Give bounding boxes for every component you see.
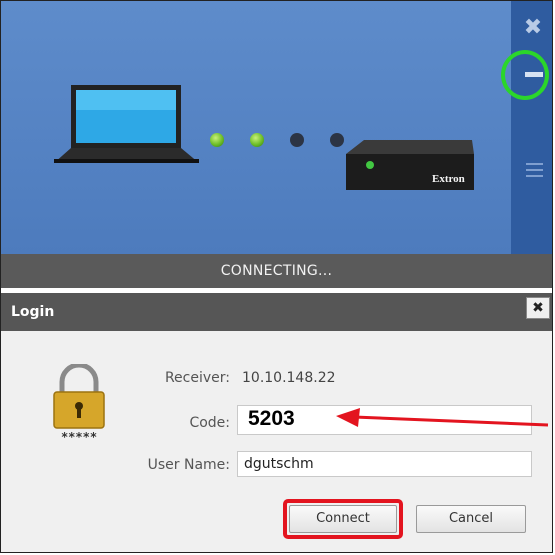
connection-dot-2 [250, 133, 264, 147]
close-window-icon[interactable]: ✖ [523, 17, 543, 39]
code-label: Code: [189, 415, 230, 431]
lock-mask-text: ***** [61, 430, 97, 442]
receiver-label: Receiver: [164, 370, 230, 386]
connect-highlight-box [283, 499, 403, 539]
connection-status: CONNECTING... [1, 254, 552, 288]
cancel-button[interactable]: Cancel [416, 505, 526, 533]
lock-icon: ***** [53, 364, 105, 442]
extron-brand-label: Extron [432, 173, 465, 185]
username-label: User Name: [147, 457, 230, 473]
connection-dot-3 [290, 133, 304, 147]
menu-icon[interactable] [526, 163, 543, 177]
laptop-icon [54, 85, 199, 163]
connection-dot-4 [330, 133, 344, 147]
connection-dot-1 [210, 133, 224, 147]
receiver-value: 10.10.148.22 [242, 370, 336, 386]
login-dialog-title: Login [1, 293, 552, 331]
red-arrow-annotation [336, 408, 549, 427]
username-input[interactable]: dgutschm [237, 451, 532, 477]
extron-receiver-icon: Extron [346, 140, 474, 190]
highlight-circle [501, 50, 549, 100]
login-close-button[interactable]: ✖ [526, 297, 550, 319]
